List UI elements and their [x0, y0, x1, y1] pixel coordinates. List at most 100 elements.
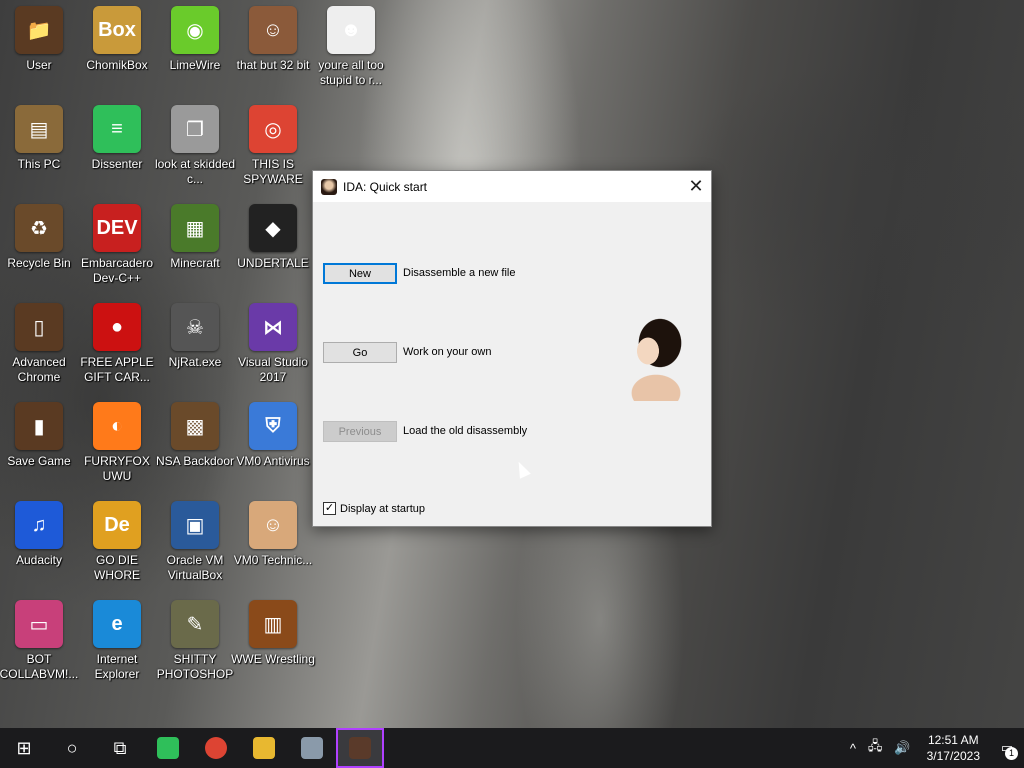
desktop-icon-label: THIS IS SPYWARE — [243, 157, 303, 186]
volume-icon[interactable]: 🔊 — [894, 740, 910, 756]
close-button[interactable]: ✕ — [681, 171, 711, 202]
desktop-icon[interactable]: ☻ youre all too stupid to r... — [312, 0, 390, 94]
taskbar-file-explorer[interactable] — [240, 728, 288, 768]
desktop-icon[interactable]: e Internet Explorer — [78, 594, 156, 688]
previous-description: Load the old disassembly — [403, 425, 528, 437]
new-button[interactable]: New — [323, 263, 397, 284]
desktop-icon-label: NSA Backdoor — [155, 454, 235, 468]
start-button[interactable]: ⊞ — [0, 728, 48, 768]
desktop-app-icon: ▤ — [15, 105, 63, 153]
desktop-icon[interactable]: ◎ THIS IS SPYWARE — [234, 99, 312, 193]
desktop-icon[interactable]: ♫ Audacity — [0, 495, 78, 589]
desktop-icon[interactable]: ▮ Save Game — [0, 396, 78, 490]
ida-quick-start-dialog: IDA: Quick start ✕ New Disassemble a new… — [312, 170, 712, 527]
network-icon[interactable]: 🖧 — [868, 737, 883, 759]
desktop-icon-label: WWE Wrestling — [231, 652, 315, 666]
desktop-app-icon: ▦ — [171, 204, 219, 252]
desktop-icon[interactable]: ♻ Recycle Bin — [0, 198, 78, 292]
desktop-icon[interactable]: ✎ SHITTY PHOTOSHOP — [156, 594, 234, 688]
desktop-icon[interactable]: ▣ Oracle VM VirtualBox — [156, 495, 234, 589]
desktop-app-icon: e — [93, 600, 141, 648]
desktop-app-icon: ▮ — [15, 402, 63, 450]
taskbar-dissenter[interactable] — [144, 728, 192, 768]
display-at-startup-row[interactable]: ✓ Display at startup — [323, 502, 425, 515]
desktop-icon[interactable]: ▭ BOT COLLABVM!... — [0, 594, 78, 688]
task-view-button[interactable]: ⧉ — [96, 728, 144, 768]
desktop-icon[interactable]: ▥ WWE Wrestling — [231, 594, 315, 688]
desktop-app-icon: ▣ — [171, 501, 219, 549]
desktop-icon[interactable]: ◉ LimeWire — [156, 0, 234, 94]
desktop-icon-label: Recycle Bin — [7, 256, 71, 270]
desktop-app-icon: ▥ — [249, 600, 297, 648]
search-button[interactable]: ○ — [48, 728, 96, 768]
clock-date: 3/17/2023 — [926, 749, 980, 763]
desktop-icon-label: VM0 Antivirus — [236, 454, 310, 468]
desktop-icon[interactable]: ⛨ VM0 Antivirus — [234, 396, 312, 490]
desktop-icon[interactable]: 📁 User — [0, 0, 78, 94]
desktop-icon-label: Save Game — [7, 454, 71, 468]
portrait-image — [608, 303, 700, 401]
desktop-icon-label: VM0 Technic... — [233, 553, 313, 567]
dialog-title-bar[interactable]: IDA: Quick start ✕ — [313, 171, 711, 202]
previous-button[interactable]: Previous — [323, 421, 397, 442]
desktop-icon[interactable]: DEV Embarcadero Dev-C++ — [78, 198, 156, 292]
new-description: Disassemble a new file — [403, 267, 516, 279]
desktop-icon[interactable]: ▯ Advanced Chrome — [0, 297, 78, 391]
desktop-app-icon: ☠ — [171, 303, 219, 351]
desktop-app-icon: ◆ — [249, 204, 297, 252]
action-center-button[interactable]: ▭ 1 — [990, 728, 1024, 768]
desktop-app-icon: ♻ — [15, 204, 63, 252]
desktop-app-icon: ⋈ — [249, 303, 297, 351]
desktop-icon-label: Dissenter — [91, 157, 143, 171]
ida-taskbar-icon — [349, 737, 371, 759]
desktop-icon[interactable]: ◐ FURRYFOX UWU — [78, 396, 156, 490]
desktop-icon[interactable]: ≡ Dissenter — [78, 99, 156, 193]
go-button[interactable]: Go — [323, 342, 397, 363]
taskbar: ⊞ ○ ⧉ ^ 🖧 🔊 12:51 AM 3/17/2023 ▭ 1 — [0, 728, 1024, 768]
desktop-icon-label: This PC — [17, 157, 61, 171]
desktop-app-icon: ✎ — [171, 600, 219, 648]
desktop-icon[interactable]: ⋈ Visual Studio 2017 — [234, 297, 312, 391]
desktop-icon[interactable]: ▤ This PC — [0, 99, 78, 193]
network-app-icon — [301, 737, 323, 759]
display-at-startup-checkbox[interactable]: ✓ — [323, 502, 336, 515]
taskbar-network-app[interactable] — [288, 728, 336, 768]
taskbar-ida[interactable] — [336, 728, 384, 768]
dissenter-icon — [157, 737, 179, 759]
desktop-icon[interactable]: ❐ look at skidded c... — [154, 99, 236, 193]
desktop-icon[interactable]: ▦ Minecraft — [156, 198, 234, 292]
desktop-icon-label: Visual Studio 2017 — [238, 355, 308, 384]
desktop-app-icon: ☺ — [249, 501, 297, 549]
desktop-icon[interactable]: ☺ that but 32 bit — [234, 0, 312, 94]
desktop-app-icon: DEV — [93, 204, 141, 252]
desktop-app-icon: De — [93, 501, 141, 549]
show-hidden-icons-chevron-icon[interactable]: ^ — [850, 741, 856, 756]
desktop-icon[interactable]: ◆ UNDERTALE — [234, 198, 312, 292]
display-at-startup-label: Display at startup — [340, 502, 425, 515]
dialog-title: IDA: Quick start — [343, 179, 428, 194]
desktop-icon[interactable]: ☠ NjRat.exe — [156, 297, 234, 391]
desktop-icon-label: Oracle VM VirtualBox — [166, 553, 224, 582]
desktop-app-icon: ≡ — [93, 105, 141, 153]
system-tray: ^ 🖧 🔊 12:51 AM 3/17/2023 ▭ 1 — [844, 728, 1024, 768]
desktop-app-icon: ◐ — [93, 402, 141, 450]
taskbar-chrome[interactable] — [192, 728, 240, 768]
desktop-app-icon: ▩ — [171, 402, 219, 450]
desktop-icon[interactable]: De GO DIE WHORE — [78, 495, 156, 589]
desktop-icon-label: GO DIE WHORE — [94, 553, 140, 582]
desktop-icon-label: Audacity — [15, 553, 63, 567]
desktop-icon-label: FURRYFOX UWU — [84, 454, 150, 483]
go-description: Work on your own — [403, 346, 492, 358]
desktop-icon[interactable]: Box ChomikBox — [78, 0, 156, 94]
desktop-icon[interactable]: ☺ VM0 Technic... — [234, 495, 312, 589]
clock[interactable]: 12:51 AM 3/17/2023 — [927, 732, 980, 764]
ida-app-icon — [321, 178, 337, 195]
desktop-icon-label: look at skidded c... — [154, 157, 236, 186]
desktop-icon[interactable]: ● FREE APPLE GIFT CAR... — [78, 297, 156, 391]
desktop-icon[interactable]: ▩ NSA Backdoor — [156, 396, 234, 490]
desktop-app-icon: 📁 — [15, 6, 63, 54]
desktop-icon-label: BOT COLLABVM!... — [0, 652, 79, 681]
desktop-icon-label: ChomikBox — [86, 58, 148, 72]
folder-icon — [253, 737, 275, 759]
desktop-icon-label: SHITTY PHOTOSHOP — [156, 652, 234, 681]
